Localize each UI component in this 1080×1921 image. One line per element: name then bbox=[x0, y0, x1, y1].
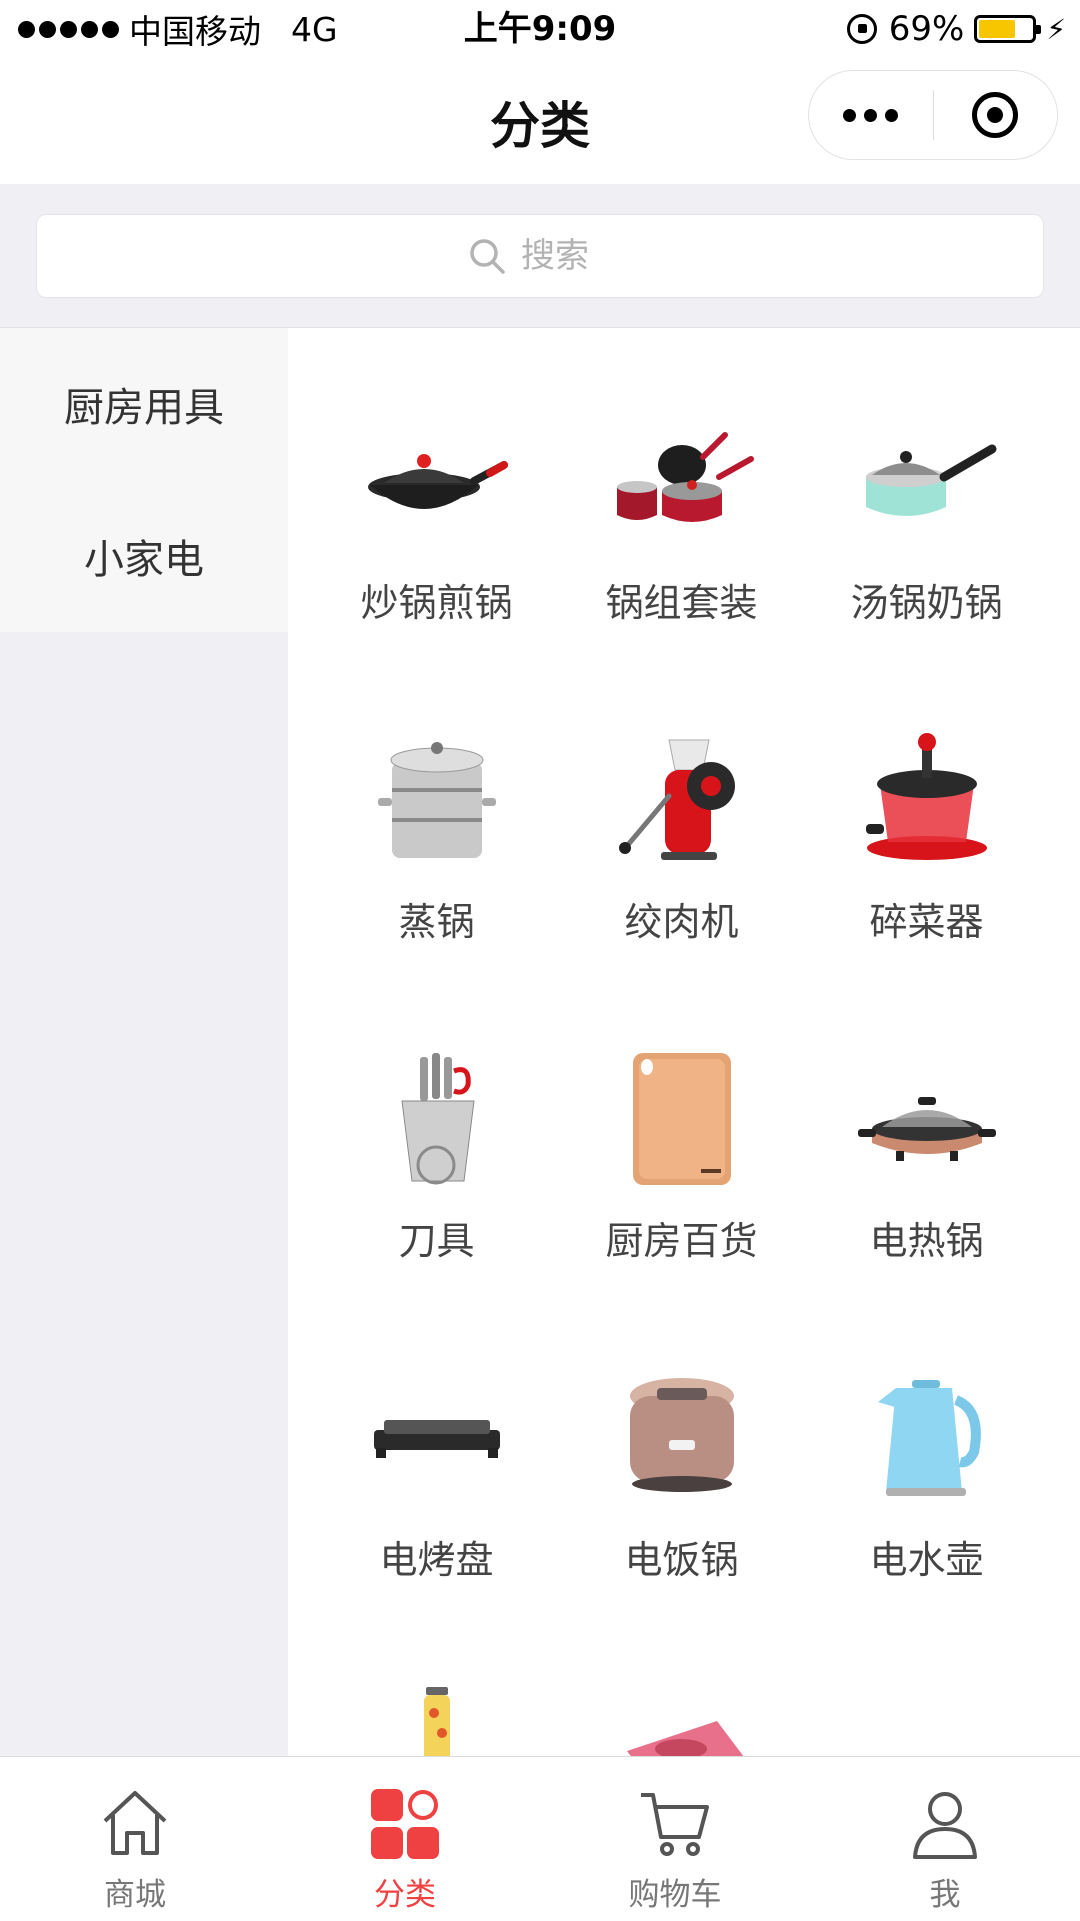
wok-icon bbox=[357, 400, 517, 560]
category-item[interactable]: 刀具 bbox=[314, 1038, 559, 1276]
juicer-bottle-icon bbox=[357, 1676, 517, 1756]
category-label: 锅组套装 bbox=[605, 581, 758, 625]
category-label: 电热锅 bbox=[869, 1219, 984, 1263]
search-box[interactable] bbox=[36, 214, 1044, 298]
cookware-set-icon bbox=[602, 400, 762, 560]
tab-category[interactable]: 分类 bbox=[270, 1757, 540, 1921]
electric-pot-icon bbox=[847, 1038, 1007, 1198]
category-label: 绞肉机 bbox=[624, 900, 739, 944]
category-grid-panel: 炒锅煎锅 锅组套装 汤锅奶锅 蒸锅 绞肉机 碎菜器 刀具 厨房百货 电热锅 电烤… bbox=[288, 328, 1080, 1756]
bottom-tab-bar: 商城 分类 购物车 我 bbox=[0, 1756, 1080, 1921]
cart-icon bbox=[641, 1793, 709, 1856]
status-bar: 中国移动 4G 上午9:09 69% ⚡ bbox=[0, 0, 1080, 58]
rotation-lock-icon bbox=[846, 14, 877, 44]
saucepan-icon bbox=[847, 400, 1007, 560]
sidebar-item-kitchen-tools[interactable]: 厨房用具 bbox=[0, 328, 288, 480]
mini-program-capsule bbox=[808, 70, 1058, 160]
category-item[interactable]: 绞肉机 bbox=[559, 719, 804, 957]
category-label: 炒锅煎锅 bbox=[360, 581, 513, 625]
category-sidebar: 厨房用具 小家电 bbox=[0, 328, 288, 1756]
category-item[interactable]: 电热锅 bbox=[804, 1038, 1049, 1276]
home-icon bbox=[103, 1791, 167, 1855]
cutting-board-icon bbox=[602, 1038, 762, 1198]
category-label: 电水壶 bbox=[869, 1538, 984, 1582]
category-item[interactable]: 炒锅煎锅 bbox=[314, 400, 559, 638]
category-label: 电烤盘 bbox=[379, 1538, 494, 1582]
category-item[interactable] bbox=[314, 1676, 559, 1756]
more-options-button[interactable] bbox=[809, 71, 933, 159]
category-label: 厨房百货 bbox=[605, 1219, 758, 1263]
rice-cooker-icon bbox=[602, 1357, 762, 1517]
category-label: 刀具 bbox=[398, 1219, 475, 1263]
meat-grinder-icon bbox=[602, 719, 762, 879]
sidebar-item-label: 厨房用具 bbox=[64, 385, 224, 431]
tab-cart[interactable]: 购物车 bbox=[540, 1757, 810, 1921]
steamer-icon bbox=[357, 719, 517, 879]
close-mini-program-button[interactable] bbox=[934, 71, 1058, 159]
category-item[interactable]: 电烤盘 bbox=[314, 1357, 559, 1595]
user-icon bbox=[913, 1792, 977, 1859]
battery-percent: 69% bbox=[888, 9, 965, 49]
category-item[interactable]: 锅组套装 bbox=[559, 400, 804, 638]
category-item[interactable]: 汤锅奶锅 bbox=[804, 400, 1049, 638]
search-section bbox=[0, 184, 1080, 328]
navigation-bar: 分类 bbox=[0, 58, 1080, 184]
charging-icon: ⚡ bbox=[1046, 12, 1066, 46]
knife-block-icon bbox=[357, 1038, 517, 1198]
category-item[interactable]: 厨房百货 bbox=[559, 1038, 804, 1276]
target-icon bbox=[972, 92, 1019, 138]
tab-label: 分类 bbox=[374, 1877, 436, 1913]
category-item[interactable]: 碎菜器 bbox=[804, 719, 1049, 957]
category-item[interactable]: 蒸锅 bbox=[314, 719, 559, 957]
search-icon bbox=[470, 239, 505, 274]
battery-icon bbox=[974, 15, 1042, 43]
grill-plate-icon bbox=[357, 1357, 517, 1517]
category-label: 汤锅奶锅 bbox=[850, 581, 1003, 625]
sidebar-item-small-appliances[interactable]: 小家电 bbox=[0, 480, 288, 632]
vegetable-chopper-icon bbox=[847, 719, 1007, 879]
category-item[interactable]: 电水壶 bbox=[804, 1357, 1049, 1595]
category-label: 碎菜器 bbox=[869, 900, 984, 944]
category-item[interactable] bbox=[559, 1676, 804, 1756]
tab-me[interactable]: 我 bbox=[810, 1757, 1080, 1921]
induction-cooker-icon bbox=[602, 1676, 762, 1756]
category-item[interactable]: 电饭锅 bbox=[559, 1357, 804, 1595]
search-input[interactable] bbox=[519, 235, 613, 277]
tab-label: 商城 bbox=[104, 1877, 166, 1913]
category-label: 蒸锅 bbox=[398, 900, 475, 944]
tab-label: 购物车 bbox=[628, 1877, 722, 1913]
category-grid: 炒锅煎锅 锅组套装 汤锅奶锅 蒸锅 绞肉机 碎菜器 刀具 厨房百货 电热锅 电烤… bbox=[314, 400, 1050, 1756]
kettle-icon bbox=[847, 1357, 1007, 1517]
category-icon bbox=[371, 1789, 439, 1859]
category-label: 电饭锅 bbox=[624, 1538, 739, 1582]
tab-label: 我 bbox=[929, 1877, 961, 1913]
sidebar-item-label: 小家电 bbox=[84, 537, 204, 583]
tab-home[interactable]: 商城 bbox=[0, 1757, 270, 1921]
